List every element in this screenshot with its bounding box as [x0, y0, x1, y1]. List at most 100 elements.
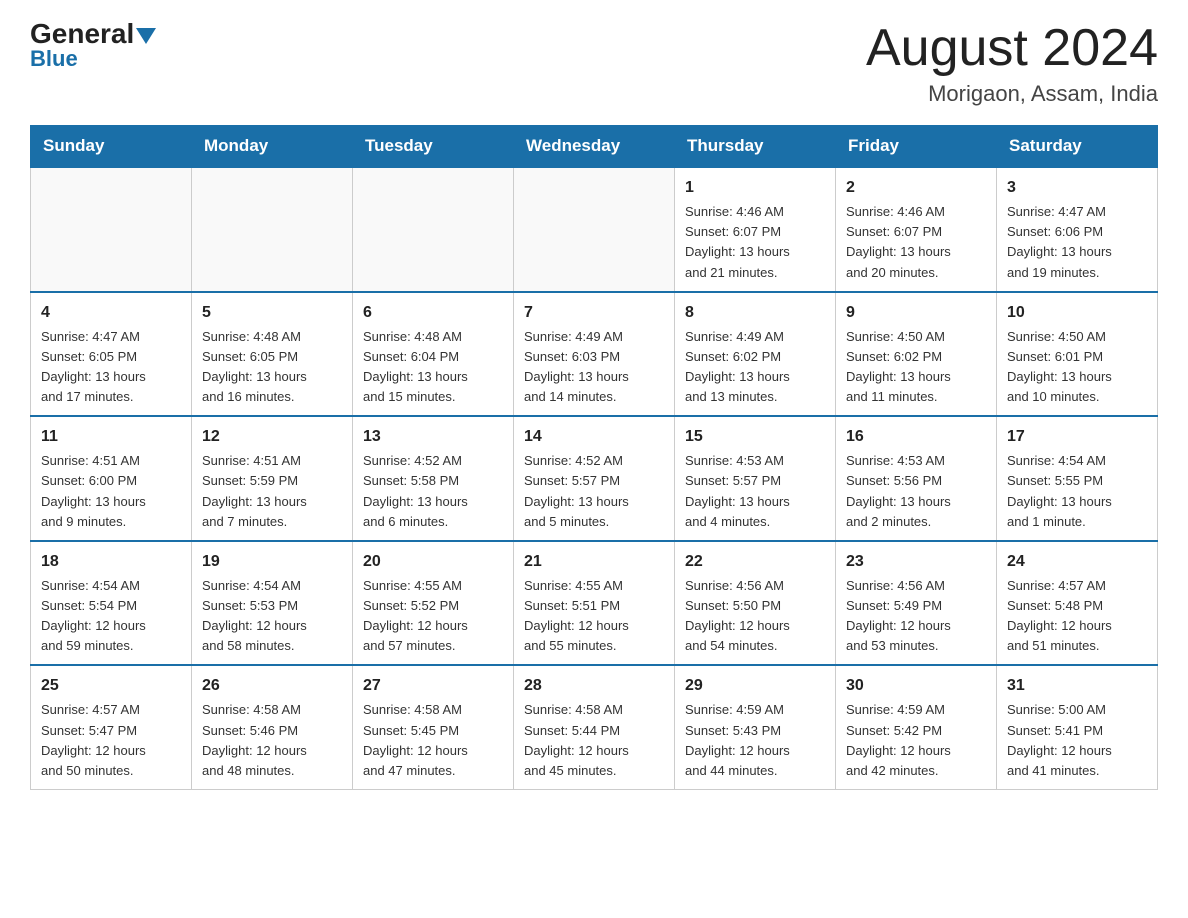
day-info: Sunrise: 4:52 AMSunset: 5:58 PMDaylight:…: [363, 451, 503, 532]
month-title: August 2024: [866, 20, 1158, 77]
calendar-cell: 23Sunrise: 4:56 AMSunset: 5:49 PMDayligh…: [836, 541, 997, 666]
day-number: 21: [524, 550, 664, 574]
calendar-cell: 2Sunrise: 4:46 AMSunset: 6:07 PMDaylight…: [836, 167, 997, 292]
day-number: 18: [41, 550, 181, 574]
calendar-cell: 15Sunrise: 4:53 AMSunset: 5:57 PMDayligh…: [675, 416, 836, 541]
calendar-cell: [192, 167, 353, 292]
column-header-friday: Friday: [836, 126, 997, 168]
day-number: 23: [846, 550, 986, 574]
day-number: 8: [685, 301, 825, 325]
calendar-cell: 20Sunrise: 4:55 AMSunset: 5:52 PMDayligh…: [353, 541, 514, 666]
calendar-cell: 8Sunrise: 4:49 AMSunset: 6:02 PMDaylight…: [675, 292, 836, 417]
day-number: 25: [41, 674, 181, 698]
title-section: August 2024 Morigaon, Assam, India: [866, 20, 1158, 107]
calendar-cell: 10Sunrise: 4:50 AMSunset: 6:01 PMDayligh…: [997, 292, 1158, 417]
day-info: Sunrise: 4:59 AMSunset: 5:43 PMDaylight:…: [685, 700, 825, 781]
day-info: Sunrise: 4:54 AMSunset: 5:54 PMDaylight:…: [41, 576, 181, 657]
column-header-tuesday: Tuesday: [353, 126, 514, 168]
day-info: Sunrise: 4:53 AMSunset: 5:57 PMDaylight:…: [685, 451, 825, 532]
day-info: Sunrise: 4:46 AMSunset: 6:07 PMDaylight:…: [685, 202, 825, 283]
day-number: 10: [1007, 301, 1147, 325]
calendar-cell: 22Sunrise: 4:56 AMSunset: 5:50 PMDayligh…: [675, 541, 836, 666]
column-header-thursday: Thursday: [675, 126, 836, 168]
day-info: Sunrise: 4:50 AMSunset: 6:01 PMDaylight:…: [1007, 327, 1147, 408]
day-info: Sunrise: 4:49 AMSunset: 6:02 PMDaylight:…: [685, 327, 825, 408]
day-number: 24: [1007, 550, 1147, 574]
calendar-cell: 6Sunrise: 4:48 AMSunset: 6:04 PMDaylight…: [353, 292, 514, 417]
calendar-cell: 17Sunrise: 4:54 AMSunset: 5:55 PMDayligh…: [997, 416, 1158, 541]
day-number: 20: [363, 550, 503, 574]
day-info: Sunrise: 4:57 AMSunset: 5:47 PMDaylight:…: [41, 700, 181, 781]
day-info: Sunrise: 4:58 AMSunset: 5:45 PMDaylight:…: [363, 700, 503, 781]
calendar-cell: 4Sunrise: 4:47 AMSunset: 6:05 PMDaylight…: [31, 292, 192, 417]
calendar-cell: 1Sunrise: 4:46 AMSunset: 6:07 PMDaylight…: [675, 167, 836, 292]
day-number: 14: [524, 425, 664, 449]
day-number: 30: [846, 674, 986, 698]
week-row-3: 11Sunrise: 4:51 AMSunset: 6:00 PMDayligh…: [31, 416, 1158, 541]
day-info: Sunrise: 4:54 AMSunset: 5:55 PMDaylight:…: [1007, 451, 1147, 532]
calendar-cell: 28Sunrise: 4:58 AMSunset: 5:44 PMDayligh…: [514, 665, 675, 789]
calendar-cell: 18Sunrise: 4:54 AMSunset: 5:54 PMDayligh…: [31, 541, 192, 666]
column-header-sunday: Sunday: [31, 126, 192, 168]
calendar-header-row: SundayMondayTuesdayWednesdayThursdayFrid…: [31, 126, 1158, 168]
day-info: Sunrise: 4:49 AMSunset: 6:03 PMDaylight:…: [524, 327, 664, 408]
day-info: Sunrise: 4:58 AMSunset: 5:44 PMDaylight:…: [524, 700, 664, 781]
day-number: 31: [1007, 674, 1147, 698]
day-info: Sunrise: 4:47 AMSunset: 6:05 PMDaylight:…: [41, 327, 181, 408]
day-info: Sunrise: 5:00 AMSunset: 5:41 PMDaylight:…: [1007, 700, 1147, 781]
logo-general-text: General: [30, 20, 156, 48]
day-number: 11: [41, 425, 181, 449]
day-info: Sunrise: 4:56 AMSunset: 5:50 PMDaylight:…: [685, 576, 825, 657]
calendar-cell: 12Sunrise: 4:51 AMSunset: 5:59 PMDayligh…: [192, 416, 353, 541]
calendar-cell: 11Sunrise: 4:51 AMSunset: 6:00 PMDayligh…: [31, 416, 192, 541]
column-header-saturday: Saturday: [997, 126, 1158, 168]
day-number: 28: [524, 674, 664, 698]
day-info: Sunrise: 4:51 AMSunset: 6:00 PMDaylight:…: [41, 451, 181, 532]
day-number: 27: [363, 674, 503, 698]
day-number: 4: [41, 301, 181, 325]
logo-blue-text: Blue: [30, 46, 78, 72]
day-info: Sunrise: 4:55 AMSunset: 5:52 PMDaylight:…: [363, 576, 503, 657]
week-row-2: 4Sunrise: 4:47 AMSunset: 6:05 PMDaylight…: [31, 292, 1158, 417]
day-info: Sunrise: 4:53 AMSunset: 5:56 PMDaylight:…: [846, 451, 986, 532]
week-row-1: 1Sunrise: 4:46 AMSunset: 6:07 PMDaylight…: [31, 167, 1158, 292]
day-info: Sunrise: 4:51 AMSunset: 5:59 PMDaylight:…: [202, 451, 342, 532]
calendar-table: SundayMondayTuesdayWednesdayThursdayFrid…: [30, 125, 1158, 790]
day-number: 29: [685, 674, 825, 698]
calendar-cell: 24Sunrise: 4:57 AMSunset: 5:48 PMDayligh…: [997, 541, 1158, 666]
calendar-cell: 13Sunrise: 4:52 AMSunset: 5:58 PMDayligh…: [353, 416, 514, 541]
day-number: 22: [685, 550, 825, 574]
column-header-monday: Monday: [192, 126, 353, 168]
calendar-cell: 21Sunrise: 4:55 AMSunset: 5:51 PMDayligh…: [514, 541, 675, 666]
calendar-cell: 26Sunrise: 4:58 AMSunset: 5:46 PMDayligh…: [192, 665, 353, 789]
day-number: 6: [363, 301, 503, 325]
day-info: Sunrise: 4:46 AMSunset: 6:07 PMDaylight:…: [846, 202, 986, 283]
calendar-cell: [353, 167, 514, 292]
calendar-cell: 27Sunrise: 4:58 AMSunset: 5:45 PMDayligh…: [353, 665, 514, 789]
day-info: Sunrise: 4:55 AMSunset: 5:51 PMDaylight:…: [524, 576, 664, 657]
day-number: 26: [202, 674, 342, 698]
location-title: Morigaon, Assam, India: [866, 81, 1158, 107]
logo: General Blue: [30, 20, 156, 72]
calendar-cell: 7Sunrise: 4:49 AMSunset: 6:03 PMDaylight…: [514, 292, 675, 417]
week-row-4: 18Sunrise: 4:54 AMSunset: 5:54 PMDayligh…: [31, 541, 1158, 666]
day-info: Sunrise: 4:59 AMSunset: 5:42 PMDaylight:…: [846, 700, 986, 781]
day-number: 16: [846, 425, 986, 449]
day-number: 9: [846, 301, 986, 325]
calendar-cell: 30Sunrise: 4:59 AMSunset: 5:42 PMDayligh…: [836, 665, 997, 789]
calendar-cell: 9Sunrise: 4:50 AMSunset: 6:02 PMDaylight…: [836, 292, 997, 417]
day-number: 12: [202, 425, 342, 449]
day-info: Sunrise: 4:48 AMSunset: 6:04 PMDaylight:…: [363, 327, 503, 408]
page-header: General Blue August 2024 Morigaon, Assam…: [30, 20, 1158, 107]
calendar-cell: 31Sunrise: 5:00 AMSunset: 5:41 PMDayligh…: [997, 665, 1158, 789]
column-header-wednesday: Wednesday: [514, 126, 675, 168]
calendar-cell: [31, 167, 192, 292]
calendar-cell: 14Sunrise: 4:52 AMSunset: 5:57 PMDayligh…: [514, 416, 675, 541]
week-row-5: 25Sunrise: 4:57 AMSunset: 5:47 PMDayligh…: [31, 665, 1158, 789]
day-info: Sunrise: 4:58 AMSunset: 5:46 PMDaylight:…: [202, 700, 342, 781]
day-info: Sunrise: 4:47 AMSunset: 6:06 PMDaylight:…: [1007, 202, 1147, 283]
calendar-cell: 3Sunrise: 4:47 AMSunset: 6:06 PMDaylight…: [997, 167, 1158, 292]
day-number: 13: [363, 425, 503, 449]
calendar-cell: 5Sunrise: 4:48 AMSunset: 6:05 PMDaylight…: [192, 292, 353, 417]
day-info: Sunrise: 4:52 AMSunset: 5:57 PMDaylight:…: [524, 451, 664, 532]
